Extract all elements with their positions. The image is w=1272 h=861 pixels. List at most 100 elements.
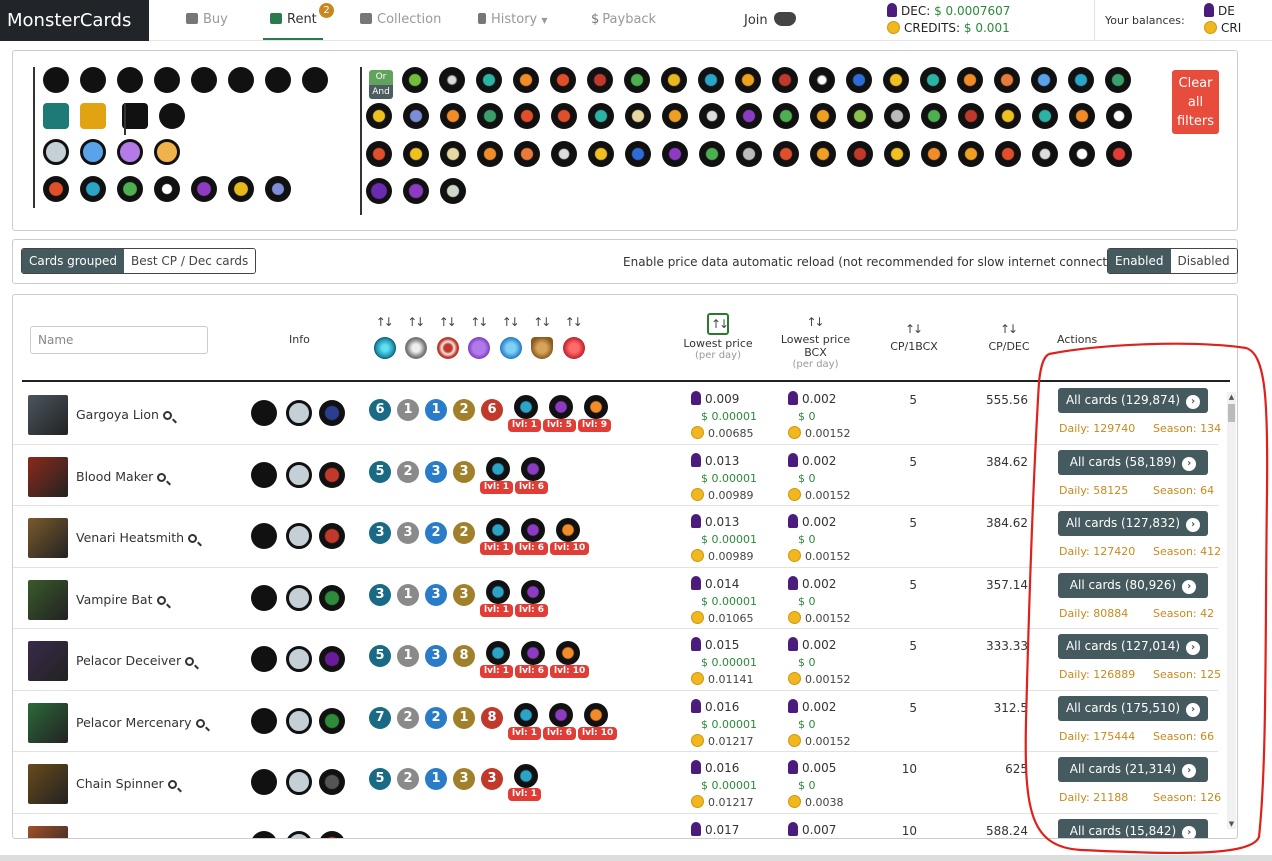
untamed-edition-icon[interactable] xyxy=(191,67,217,93)
search-icon[interactable] xyxy=(188,534,198,543)
ability-icon[interactable] xyxy=(440,141,466,167)
ability-icon[interactable] xyxy=(995,103,1021,129)
card-thumbnail[interactable] xyxy=(28,395,68,435)
ability-icon[interactable] xyxy=(1106,103,1132,129)
chaos-edition-icon[interactable] xyxy=(265,67,291,93)
dragon-element-icon[interactable] xyxy=(228,176,254,202)
all-cards-button[interactable]: All cards (58,189) › xyxy=(1058,449,1208,475)
earth-element-icon[interactable] xyxy=(117,176,143,202)
card-name[interactable]: Blood Maker xyxy=(76,469,167,484)
card-name[interactable]: Venari Heatsmith xyxy=(76,530,198,545)
ability-icon[interactable] xyxy=(403,103,429,129)
ability-icon[interactable] xyxy=(662,141,688,167)
ability-icon[interactable] xyxy=(513,67,539,93)
table-scrollbar[interactable]: ▲ ▼ xyxy=(1227,392,1236,829)
legendary-rarity-icon[interactable] xyxy=(154,139,180,165)
ability-icon[interactable] xyxy=(810,103,836,129)
and-option[interactable]: And xyxy=(369,85,393,99)
all-cards-button[interactable]: All cards (175,510) › xyxy=(1058,695,1208,721)
ability-icon[interactable] xyxy=(514,103,540,129)
death-element-icon[interactable] xyxy=(191,176,217,202)
ability-icon[interactable] xyxy=(439,67,465,93)
ability-icon[interactable] xyxy=(476,67,502,93)
ability-icon[interactable] xyxy=(514,141,540,167)
ability-icon[interactable] xyxy=(1032,141,1058,167)
search-icon[interactable] xyxy=(156,595,166,605)
alpha-edition-icon[interactable] xyxy=(43,67,69,93)
ability-icon[interactable] xyxy=(995,141,1021,167)
ability-icon[interactable] xyxy=(477,103,503,129)
ability-icon[interactable] xyxy=(884,141,910,167)
nav-rent[interactable]: Rent 2 xyxy=(263,0,334,40)
ability-icon[interactable] xyxy=(698,67,724,93)
horizontal-scrollbar[interactable] xyxy=(0,855,1272,861)
fire-element-icon[interactable] xyxy=(43,176,69,202)
reload-disabled-button[interactable]: Disabled xyxy=(1170,249,1237,273)
ability-icon[interactable] xyxy=(625,141,651,167)
nav-history[interactable]: History ▼ xyxy=(478,0,548,40)
clear-all-filters-button[interactable]: Clear all filters xyxy=(1172,70,1219,134)
cards-grouped-button[interactable]: Cards grouped xyxy=(22,249,124,273)
nav-collection[interactable]: Collection xyxy=(360,0,441,40)
search-icon[interactable] xyxy=(157,472,167,482)
ability-icon[interactable] xyxy=(773,103,799,129)
ability-icon[interactable] xyxy=(846,67,872,93)
ability-icon[interactable] xyxy=(587,67,613,93)
ranged-sort[interactable] xyxy=(432,315,464,359)
all-cards-button[interactable]: All cards (21,314) › xyxy=(1058,757,1208,782)
lowest-price-header[interactable]: Lowest price(per day) xyxy=(678,313,758,361)
ability-icon[interactable] xyxy=(588,141,614,167)
ability-icon[interactable] xyxy=(809,67,835,93)
ability-icon[interactable] xyxy=(735,67,761,93)
ability-icon[interactable] xyxy=(883,67,909,93)
ability-icon[interactable] xyxy=(1105,67,1131,93)
mana-sort[interactable] xyxy=(495,315,527,359)
ability-icon[interactable] xyxy=(1032,103,1058,129)
ability-icon[interactable] xyxy=(625,103,651,129)
ability-icon[interactable] xyxy=(921,141,947,167)
ability-icon[interactable] xyxy=(958,141,984,167)
summoner-type-icon[interactable] xyxy=(80,103,106,129)
armor-sort[interactable] xyxy=(527,315,559,359)
search-icon[interactable] xyxy=(185,657,195,666)
card-thumbnail[interactable] xyxy=(28,764,68,804)
ability-icon[interactable] xyxy=(699,103,725,129)
ability-icon[interactable] xyxy=(1031,67,1057,93)
all-cards-button[interactable]: All cards (80,926) › xyxy=(1058,572,1208,598)
life-element-icon[interactable] xyxy=(154,176,180,202)
ability-icon[interactable] xyxy=(772,67,798,93)
ability-icon[interactable] xyxy=(920,67,946,93)
scroll-up-icon[interactable]: ▲ xyxy=(1227,392,1236,402)
best-cp-dec-button[interactable]: Best CP / Dec cards xyxy=(124,249,256,273)
melee-sort[interactable] xyxy=(401,315,433,359)
reload-enabled-button[interactable]: Enabled xyxy=(1108,249,1171,273)
ability-icon[interactable] xyxy=(440,103,466,129)
brand-logo[interactable]: MonsterCards xyxy=(0,0,149,68)
all-cards-button[interactable]: All cards (129,874) › xyxy=(1058,388,1208,413)
scroll-thumb[interactable] xyxy=(1228,404,1235,422)
lowest-bcx-header[interactable]: Lowest price BCX(per day) xyxy=(768,315,863,370)
join-discord[interactable]: Join xyxy=(744,12,796,28)
rare-rarity-icon[interactable] xyxy=(80,139,106,165)
neutral-element-icon[interactable] xyxy=(265,176,291,202)
health-sort[interactable] xyxy=(558,315,590,359)
ability-icon[interactable] xyxy=(440,178,466,204)
card-thumbnail[interactable] xyxy=(28,825,68,838)
ability-icon[interactable] xyxy=(551,103,577,129)
nav-buy[interactable]: Buy xyxy=(186,0,228,40)
card-thumbnail[interactable] xyxy=(28,702,68,743)
ability-icon[interactable] xyxy=(477,141,503,167)
ability-icon[interactable] xyxy=(736,103,762,129)
ability-icon[interactable] xyxy=(847,141,873,167)
card-thumbnail[interactable] xyxy=(28,456,68,497)
reward-edition-icon[interactable] xyxy=(154,67,180,93)
card-name[interactable]: Pelacor Deceiver xyxy=(76,653,195,668)
epic-rarity-icon[interactable] xyxy=(117,139,143,165)
ability-icon[interactable] xyxy=(1069,103,1095,129)
ability-icon[interactable] xyxy=(366,103,392,129)
water-element-icon[interactable] xyxy=(80,176,106,202)
card-name[interactable]: Gargoya Lion xyxy=(76,407,172,422)
ability-icon[interactable] xyxy=(403,141,429,167)
ability-icon[interactable] xyxy=(957,67,983,93)
fire-type-icon[interactable] xyxy=(159,103,185,129)
